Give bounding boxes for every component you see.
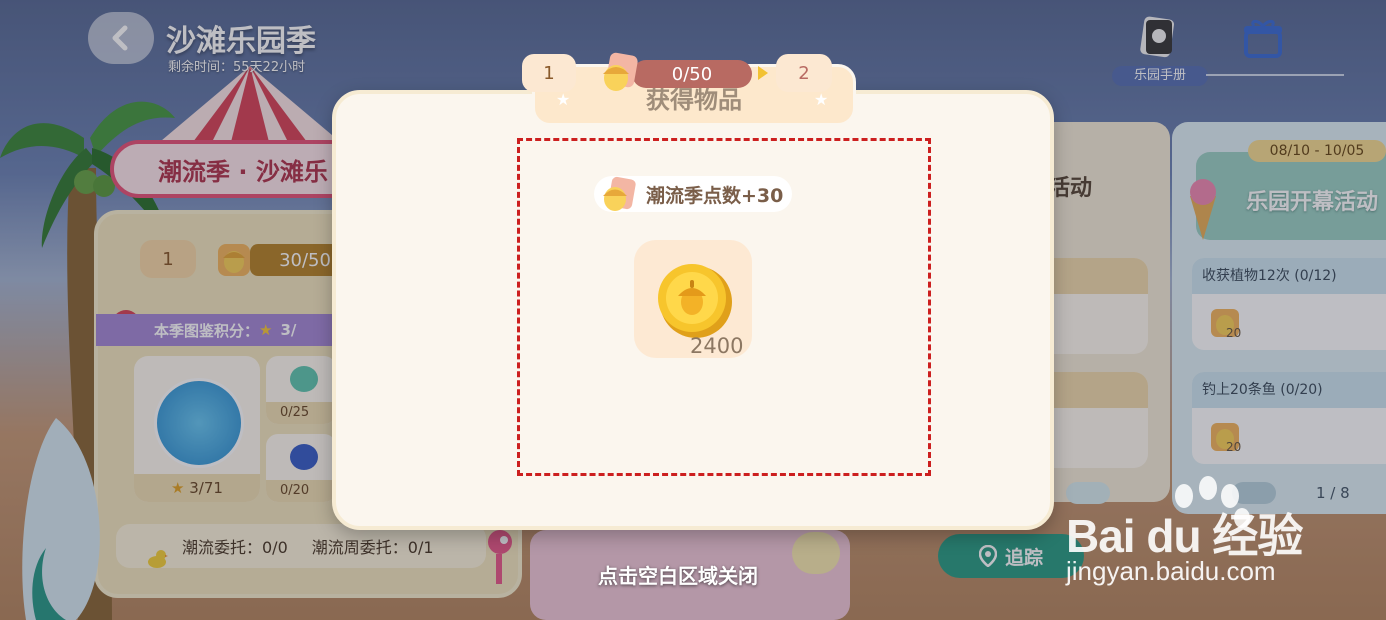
- reward-item-count: 2400: [690, 334, 744, 358]
- game-screen: 潮流季 · 沙滩乐 1 30/50 本季图鉴积分： ★ 3/ ★ 3/71 0/…: [0, 0, 1386, 620]
- arrow-right-icon: [758, 66, 768, 80]
- acorn-icon: [603, 176, 636, 211]
- season-progress-bar: 1 0/50 2: [520, 52, 836, 94]
- next-level: 2: [776, 54, 832, 92]
- season-points-text: 潮流季点数+30: [646, 184, 784, 207]
- acorn-coin-icon: [658, 264, 732, 338]
- acorn-icon: [603, 52, 638, 91]
- close-hint: 点击空白区域关闭: [598, 564, 758, 588]
- watermark-url: jingyan.baidu.com: [1066, 556, 1276, 586]
- progress-value: 0/50: [632, 60, 752, 88]
- current-level: 1: [522, 54, 576, 92]
